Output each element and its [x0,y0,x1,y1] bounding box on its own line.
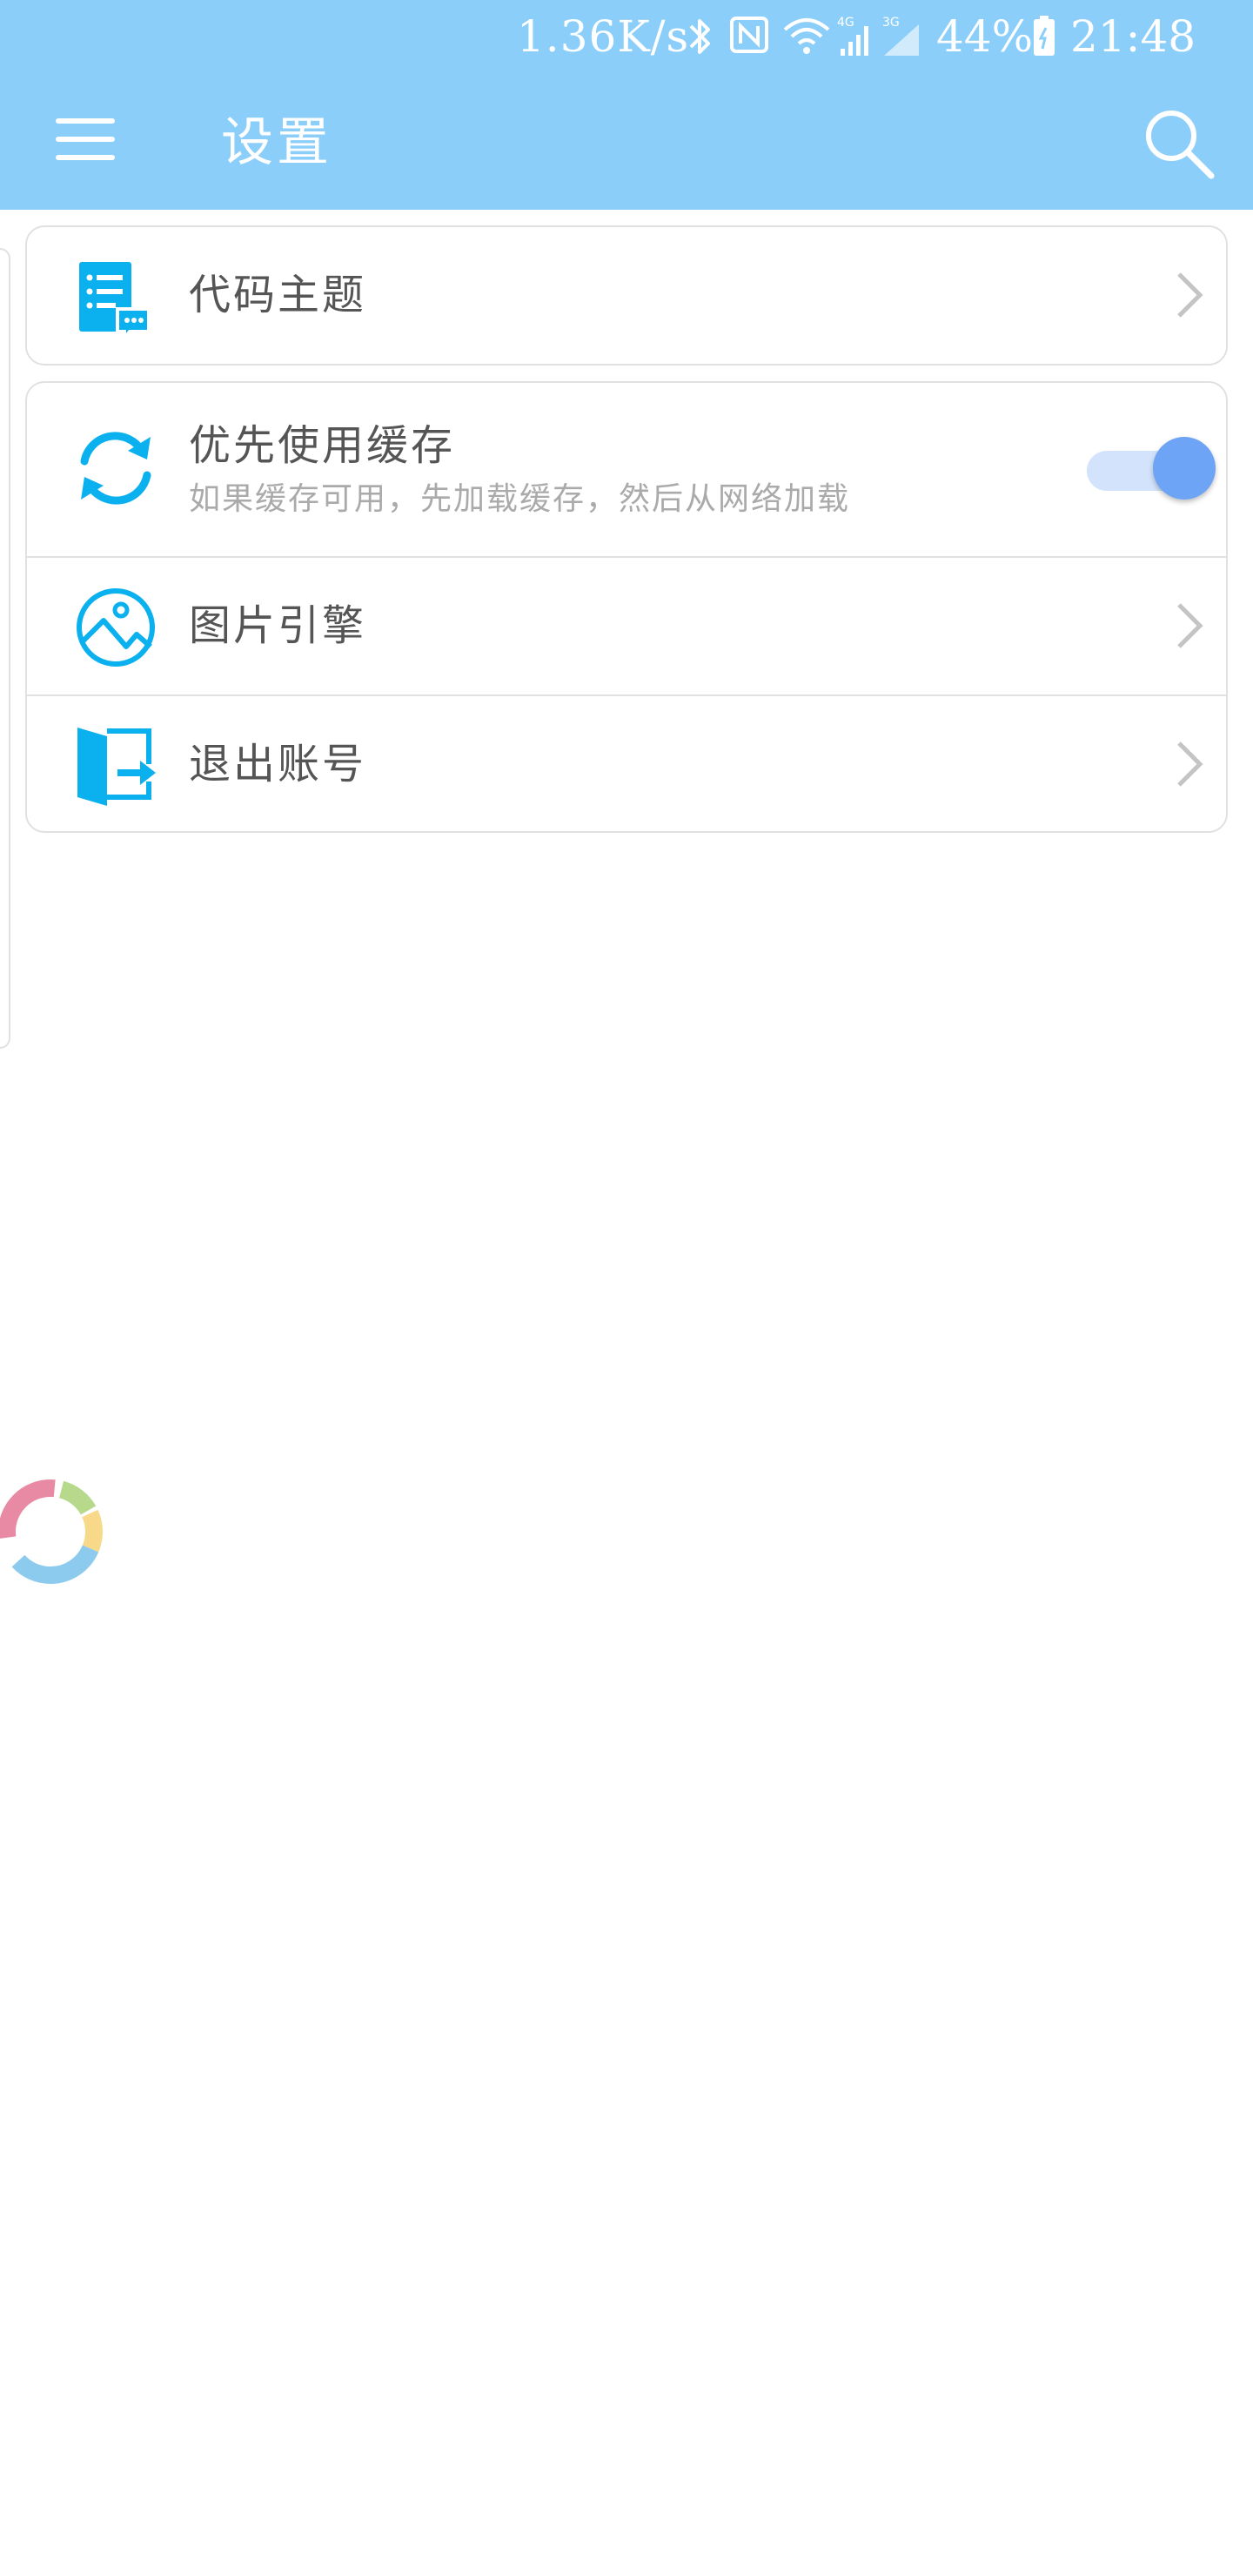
app-bar: 1.36K/s 4G 3G 44% 21:48 设置 [0,0,1253,210]
image-icon [77,588,155,667]
wifi-icon [783,18,830,54]
signal-3g-icon: 3G [882,16,919,56]
nfc-icon [730,17,768,53]
code-document-icon [79,262,151,344]
floating-loader-icon[interactable] [0,1471,111,1593]
settings-card-theme: 代码主题 [25,225,1228,366]
setting-row-image-engine[interactable]: 图片引擎 [27,558,1226,694]
toggle-knob [1153,437,1216,500]
network-speed: 1.36K/s [517,11,690,62]
setting-label-image-engine: 图片引擎 [189,601,367,650]
chevron-right-icon [1177,741,1203,787]
sync-icon [80,432,151,505]
signal-4g-icon: 4G [837,16,868,56]
setting-label-code-theme: 代码主题 [189,271,367,319]
svg-text:3G: 3G [882,16,900,30]
setting-desc-prefer-cache: 如果缓存可用，先加载缓存，然后从网络加载 [189,481,851,517]
settings-card-group: 优先使用缓存 如果缓存可用，先加载缓存，然后从网络加载 图片引擎 退出账号 [25,381,1228,833]
bluetooth-icon [689,19,710,54]
setting-row-code-theme[interactable]: 代码主题 [27,227,1226,364]
battery-icon [1034,16,1055,56]
hamburger-menu-icon[interactable] [52,113,118,165]
setting-row-prefer-cache[interactable]: 优先使用缓存 如果缓存可用，先加载缓存，然后从网络加载 [27,383,1226,556]
search-icon[interactable] [1140,104,1218,183]
prefer-cache-toggle[interactable] [1087,437,1217,503]
setting-row-logout[interactable]: 退出账号 [27,696,1226,831]
chevron-right-icon [1177,603,1203,648]
clock: 21:48 [1070,11,1196,62]
page-title: 设置 [221,112,332,173]
battery-percent: 44% [936,11,1034,62]
chevron-right-icon [1177,272,1203,318]
status-bar: 1.36K/s 4G 3G 44% 21:48 [0,0,1253,75]
setting-label-prefer-cache: 优先使用缓存 [189,421,456,470]
svg-text:4G: 4G [837,16,854,30]
setting-label-logout: 退出账号 [189,740,367,788]
logout-door-icon [77,728,156,806]
drawer-edge[interactable] [0,248,10,1049]
